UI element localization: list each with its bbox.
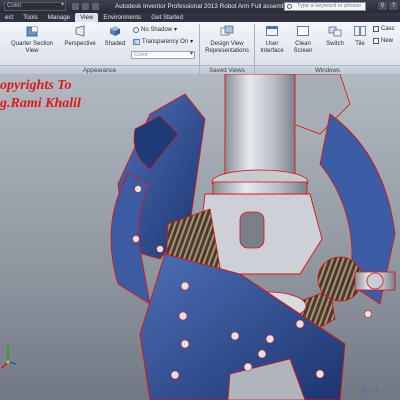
tab-get-started[interactable]: Get Started (146, 13, 188, 22)
ribbon: Quarter Section View Perspective Shaded … (0, 22, 400, 74)
bracket-slot (239, 211, 265, 249)
transparency-label: Transparency On (142, 38, 189, 45)
design-view-label: Design View Representations (205, 41, 249, 54)
transparency-button[interactable]: Transparency On ▾ (133, 38, 193, 45)
cascade-button[interactable]: Casc (373, 26, 395, 32)
tab-manage[interactable]: Manage (43, 13, 75, 22)
tab-inspect[interactable]: ect (0, 13, 18, 22)
robot-arm-model (1, 74, 396, 400)
window-controls: ⚲ ? (378, 2, 398, 10)
color-style-dropdown[interactable]: Color (131, 51, 195, 59)
tile-button[interactable]: Tile (350, 25, 370, 48)
search-icon (287, 4, 292, 9)
switch-button[interactable]: Switch (322, 25, 348, 48)
perspective-icon (75, 25, 85, 37)
title-bar: Color Autodesk Inventor Professional 201… (0, 0, 400, 13)
perspective-label: Perspective (64, 41, 96, 47)
main-shaft (224, 74, 296, 185)
view-cube-triad (1, 346, 17, 369)
new-window-icon (373, 38, 379, 44)
undo-icon[interactable] (72, 3, 79, 10)
windows-panel-label: Windows (255, 65, 400, 74)
design-view-icon (220, 25, 234, 36)
switch-windows-icon (328, 26, 342, 37)
update-icon[interactable] (92, 3, 99, 10)
appearance-dropdown[interactable]: Color (4, 2, 66, 11)
new-window-button[interactable]: New (373, 38, 393, 44)
chevron-down-icon: ▾ (174, 27, 178, 33)
no-shadow-button[interactable]: No Shadow ▾ (133, 26, 177, 33)
cascade-icon (373, 26, 379, 32)
quarter-section-view-button[interactable]: Quarter Section View (6, 25, 58, 55)
search-placeholder: Type a keyword or phrase (297, 3, 362, 9)
quick-access-toolbar (72, 3, 99, 10)
design-view-representations-button[interactable]: Design View Representations (203, 25, 251, 55)
switch-label: Switch (326, 41, 344, 47)
perspective-button[interactable]: Perspective (62, 25, 98, 48)
redo-icon[interactable] (82, 3, 89, 10)
quarter-section-icon (26, 26, 38, 37)
chevron-down-icon: ▾ (190, 39, 194, 45)
tab-view[interactable]: View (75, 13, 99, 22)
help-icon[interactable]: ? (389, 2, 398, 10)
shaded-cube-icon (110, 26, 120, 36)
clean-screen-label: Clean Screen (293, 41, 313, 54)
tab-environments[interactable]: Environments (98, 13, 146, 22)
copyright-watermark-line1: opyrights To (0, 78, 72, 93)
graphics-viewport[interactable]: opyrights To g.Rami Khalil ic A (0, 74, 400, 400)
search-input[interactable]: Type a keyword or phrase (284, 2, 366, 11)
user-interface-icon (266, 26, 278, 36)
tile-windows-icon (354, 26, 366, 36)
cascade-label: Casc (381, 26, 395, 32)
transparency-icon (133, 38, 140, 45)
tab-tools[interactable]: Tools (18, 13, 42, 22)
appearance-panel-label: Appearance (0, 65, 199, 74)
shadow-icon (133, 26, 139, 33)
binoculars-icon[interactable]: ⚲ (378, 2, 387, 10)
clean-screen-icon (297, 26, 309, 36)
saved-views-panel-label: Saved Views (200, 65, 254, 74)
corner-watermark: ic A (362, 384, 380, 396)
shaded-button[interactable]: Shaded (101, 25, 129, 48)
tile-label: Tile (355, 41, 365, 47)
user-interface-button[interactable]: User Interface (257, 25, 287, 55)
window-title: Autodesk Inventor Professional 2013 Robo… (115, 3, 302, 10)
shaded-label: Shaded (104, 41, 126, 47)
quarter-section-label: Quarter Section View (10, 41, 54, 54)
bolt (366, 272, 384, 290)
ribbon-tabs: ect Tools Manage View Environments Get S… (0, 13, 400, 22)
copyright-watermark-line2: g.Rami Khalil (0, 96, 81, 111)
no-shadow-label: No Shadow (141, 26, 173, 33)
user-interface-label: User Interface (260, 41, 284, 54)
clean-screen-button[interactable]: Clean Screen (289, 25, 317, 55)
new-window-label: New (381, 38, 394, 44)
